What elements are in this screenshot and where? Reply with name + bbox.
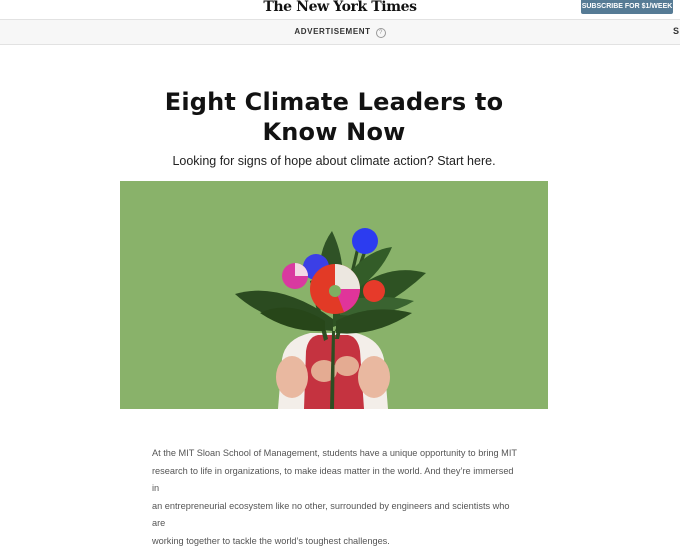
body-line: an entrepreneurial ecosystem like no oth… [152,498,522,533]
body-line: At the MIT Sloan School of Management, s… [152,445,522,463]
article-body: At the MIT Sloan School of Management, s… [152,445,522,550]
body-line: research to life in organizations, to ma… [152,463,522,498]
top-bar: The New York Times SUBSCRIBE FOR $1/WEEK [0,0,680,17]
headline-line-2: Know Now [262,118,405,146]
article-summary: Looking for signs of hope about climate … [100,154,568,168]
hero-image [120,181,548,409]
ad-edge-text: S [673,26,679,36]
ad-info-icon[interactable]: ? [376,28,386,38]
nyt-logo[interactable]: The New York Times [0,0,680,15]
headline-line-1: Eight Climate Leaders to [165,88,504,116]
advertisement-bar: ADVERTISEMENT? S [0,19,680,45]
article-headline: Eight Climate Leaders to Know Now [120,87,548,147]
child-holding-bouquet-illustration [120,181,548,409]
advertisement-label: ADVERTISEMENT [294,27,370,36]
subscribe-button[interactable]: SUBSCRIBE FOR $1/WEEK [581,0,673,14]
body-line: working together to tackle the world’s t… [152,533,522,550]
advertisement-label-row: ADVERTISEMENT? [0,27,680,38]
